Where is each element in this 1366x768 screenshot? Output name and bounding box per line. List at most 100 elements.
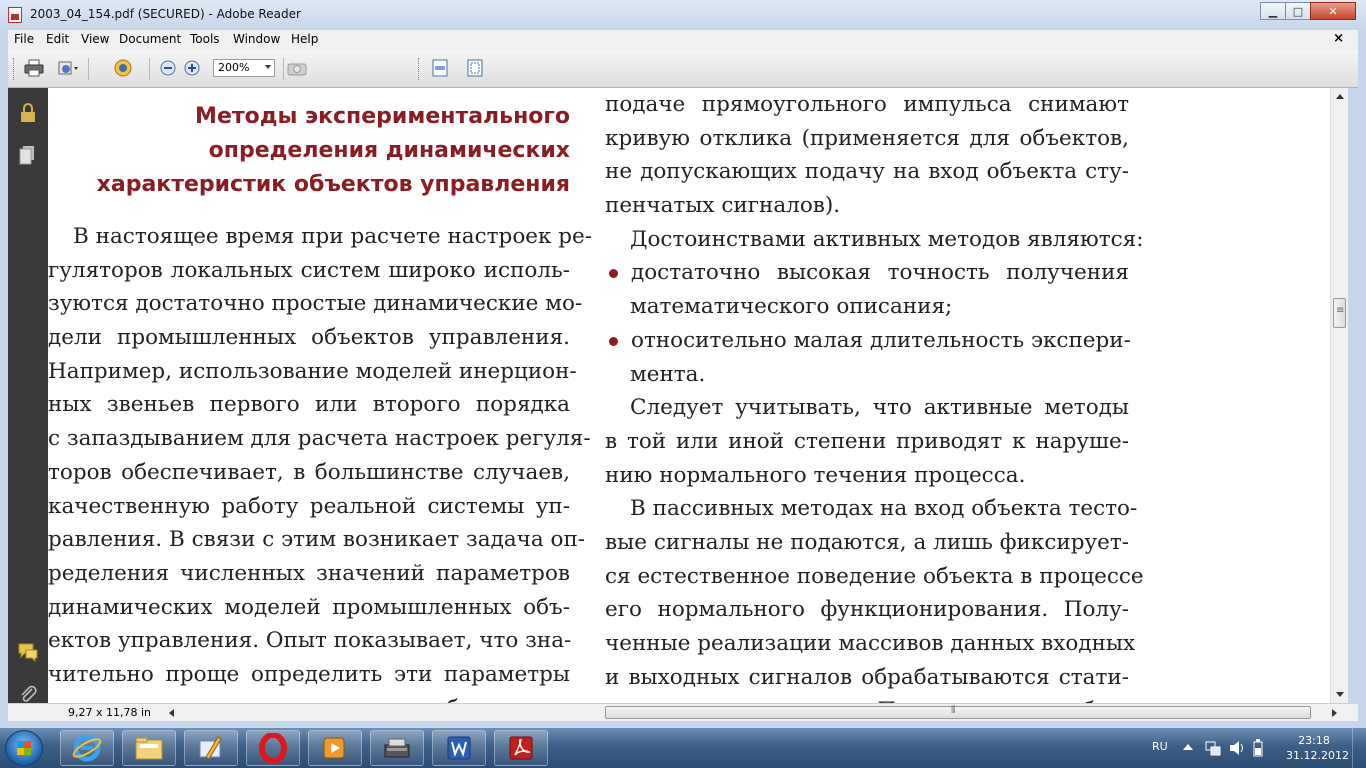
- menu-tools[interactable]: Tools: [190, 32, 220, 46]
- menu-help[interactable]: Help: [291, 32, 318, 46]
- share-icon[interactable]: [56, 57, 80, 79]
- text-line: математического описания;: [630, 294, 953, 320]
- opera-icon[interactable]: [246, 730, 300, 766]
- vertical-scroll-thumb[interactable]: [1333, 298, 1346, 328]
- language-indicator[interactable]: RU: [1152, 740, 1168, 753]
- menu-edit[interactable]: Edit: [46, 32, 69, 46]
- battery-icon[interactable]: [1253, 739, 1263, 757]
- title-bar[interactable]: 2003_04_154.pdf (SECURED) - Adobe Reader…: [0, 0, 1366, 30]
- toolbar-separator: [88, 58, 89, 80]
- scanner-icon[interactable]: [370, 730, 424, 766]
- text-line: и выходных сигналов обрабатываются стати…: [605, 664, 1129, 690]
- comments-icon[interactable]: [17, 642, 39, 664]
- clock[interactable]: 23:18 31.12.2012: [1286, 733, 1349, 763]
- toolbar-separator: [149, 58, 150, 80]
- text-line: В настоящее время при расчете настроек р…: [73, 224, 593, 249]
- adobe-reader-window: 2003_04_154.pdf (SECURED) - Adobe Reader…: [0, 0, 1366, 728]
- menu-document[interactable]: Document: [119, 32, 181, 46]
- text-line: не допускающих подачу на вход объекта ст…: [605, 159, 1129, 185]
- network-icon[interactable]: [1205, 740, 1221, 756]
- toolbar-grip[interactable]: [13, 58, 16, 80]
- document-page[interactable]: Методы экспериментального определения ди…: [48, 88, 1348, 703]
- menu-view[interactable]: View: [81, 32, 109, 46]
- scroll-right-icon[interactable]: [1330, 709, 1338, 717]
- bullet-item: достаточно высокая точность получения: [605, 256, 1129, 290]
- scroll-left-icon[interactable]: [168, 709, 176, 717]
- text-line: ся естественное поведение объекта в проц…: [605, 563, 1144, 589]
- menu-window[interactable]: Window: [233, 32, 280, 46]
- clock-time: 23:18: [1298, 734, 1330, 747]
- start-button[interactable]: [5, 730, 43, 766]
- print-icon[interactable]: [22, 57, 46, 79]
- text-line: дели промышленных объектов управления.: [48, 325, 570, 351]
- text-line: торов обеспечивает, в большинстве случае…: [48, 459, 570, 485]
- scroll-down-icon[interactable]: [1336, 692, 1344, 697]
- show-desktop-button[interactable]: [1352, 728, 1366, 768]
- minimize-button[interactable]: ▁: [1260, 2, 1286, 20]
- text-line: В пассивных методах на вход объекта тест…: [630, 496, 1138, 522]
- horizontal-scroll-thumb[interactable]: [605, 705, 1311, 719]
- media-player-icon[interactable]: [308, 730, 362, 766]
- text-line: стическими методами. По результатам обра…: [605, 694, 1129, 703]
- zoom-level-select[interactable]: 200%: [213, 59, 275, 77]
- zoom-level-value: 200%: [218, 61, 250, 74]
- text-line: равления. В связи с этим возникает задач…: [48, 527, 586, 553]
- paint-icon[interactable]: [184, 730, 238, 766]
- text-line: мента.: [630, 361, 706, 387]
- close-button[interactable]: ✕: [1310, 2, 1356, 20]
- pages-icon[interactable]: [17, 144, 39, 166]
- text-line: Например, использование моделей инерцион…: [48, 358, 577, 384]
- text-line: нию нормального течения процесса.: [605, 462, 1026, 488]
- pdf-file-icon: [8, 7, 22, 23]
- window-title: 2003_04_154.pdf (SECURED) - Adobe Reader: [30, 7, 301, 21]
- volume-icon[interactable]: [1229, 740, 1245, 756]
- text-line: в той или иной степени приводят к наруше…: [605, 428, 1129, 454]
- text-line: ределения численных значений параметров: [48, 560, 570, 586]
- text-line: ченные реализации массивов данных входны…: [605, 631, 1136, 656]
- zoom-out-icon[interactable]: [156, 57, 180, 79]
- text-line: кривую отклика (применяется для объектов…: [605, 125, 1129, 151]
- chevron-down-icon[interactable]: [265, 65, 271, 69]
- text-line: чительно проще определить эти параметры: [48, 661, 570, 687]
- lock-icon[interactable]: [17, 102, 39, 124]
- page-size-readout: 9,27 x 11,78 in: [68, 706, 152, 719]
- internet-explorer-icon[interactable]: [60, 730, 114, 766]
- text-line: ектов управления. Опыт показывает, что з…: [48, 628, 572, 654]
- tools-icon[interactable]: [112, 57, 136, 79]
- vertical-scrollbar[interactable]: [1330, 88, 1348, 703]
- text-line: зуются достаточно простые динамические м…: [48, 291, 583, 317]
- left-text-column: В настоящее время при расчете настроек р…: [48, 220, 593, 703]
- text-line: гуляторов локальных систем широко исполь…: [48, 257, 570, 283]
- fit-page-icon[interactable]: [463, 57, 487, 79]
- toolbar-separator: [283, 58, 284, 80]
- right-text-column: подаче прямоугольного импульса снимают к…: [605, 88, 1144, 703]
- heading-line: Методы экспериментального: [195, 104, 570, 129]
- close-document-button[interactable]: ×: [1333, 31, 1344, 46]
- scroll-up-icon[interactable]: [1336, 94, 1344, 99]
- menu-file[interactable]: File: [14, 32, 34, 46]
- text-line: его нормального функционирования. Полу-: [605, 597, 1129, 623]
- word-icon[interactable]: [432, 730, 486, 766]
- text-line: вые сигналы не подаются, а лишь фиксируе…: [605, 529, 1129, 555]
- menu-bar: File Edit View Document Tools Window Hel…: [8, 30, 1358, 50]
- bullet-item: относительно малая длительность экспери-: [605, 324, 1131, 358]
- text-line: Следует учитывать, что активные методы: [630, 395, 1129, 421]
- horizontal-scrollbar[interactable]: [168, 705, 1338, 720]
- toolbar: 200%: [8, 50, 1358, 88]
- window-controls: ▁ □ ✕: [1260, 2, 1356, 20]
- fit-width-icon[interactable]: [428, 57, 452, 79]
- file-explorer-icon[interactable]: [122, 730, 176, 766]
- maximize-button[interactable]: □: [1285, 2, 1311, 20]
- show-hidden-icons-icon[interactable]: [1183, 743, 1193, 751]
- adobe-reader-icon[interactable]: [494, 730, 548, 766]
- zoom-in-icon[interactable]: [180, 57, 204, 79]
- text-line: с запаздыванием для расчета настроек рег…: [48, 426, 591, 452]
- article-heading: Методы экспериментального определения ди…: [97, 100, 570, 202]
- status-bar: 9,27 x 11,78 in: [8, 703, 1358, 721]
- heading-line: характеристик объектов управления: [96, 172, 570, 197]
- text-line: ных звеньев первого или второго порядка: [48, 392, 570, 418]
- toolbar-grip[interactable]: [418, 58, 421, 80]
- navigation-panel: [8, 88, 48, 718]
- taskbar: RU 23:18 31.12.2012: [0, 728, 1366, 768]
- snapshot-icon[interactable]: [285, 57, 309, 79]
